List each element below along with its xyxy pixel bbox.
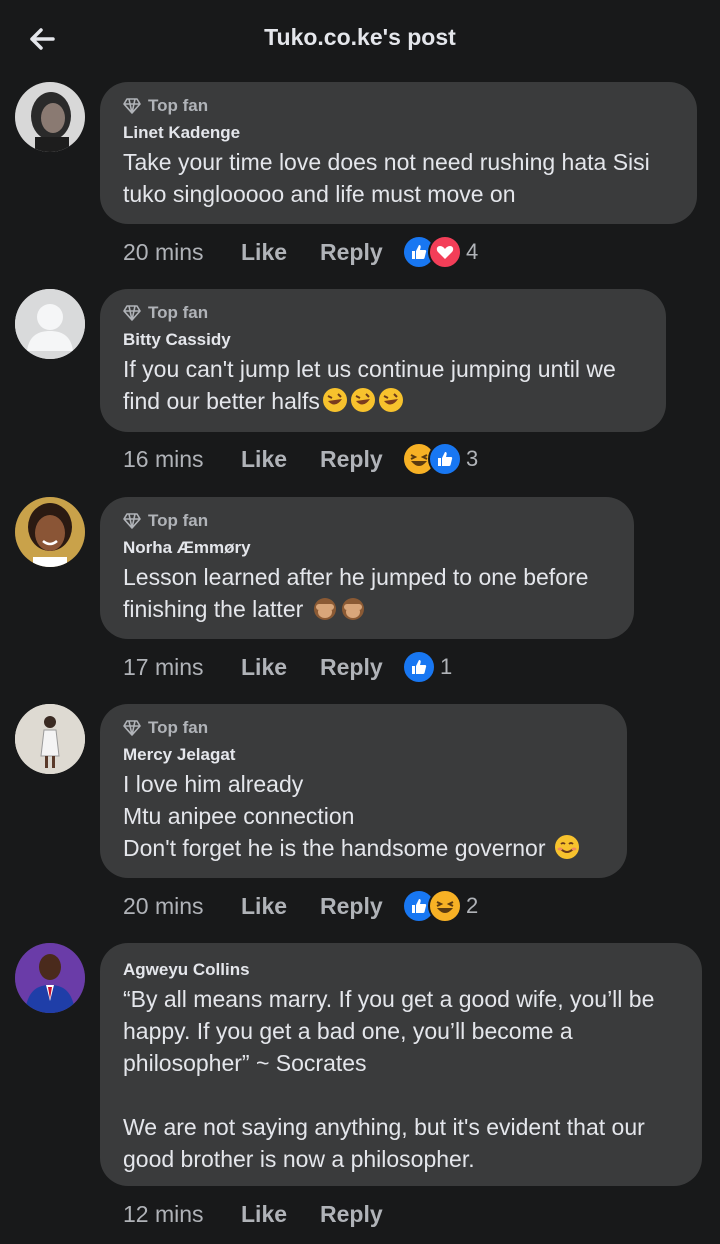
reaction-count: 3 [466, 446, 479, 471]
comment-author[interactable]: Linet Kadenge [123, 122, 673, 144]
haha-reaction-icon [428, 889, 462, 923]
rofl-emoji [322, 388, 347, 412]
avatar[interactable] [15, 82, 85, 152]
comment-actions: 20 mins Like Reply 4 [123, 232, 478, 272]
see-no-evil-monkey-emoji [341, 598, 364, 620]
reaction-count: 1 [440, 654, 453, 679]
top-fan-label: Top fan [148, 511, 209, 530]
reaction-summary[interactable]: 1 [402, 650, 452, 684]
comment-text: Take your time love does not need rushin… [123, 149, 650, 207]
comment-time[interactable]: 16 mins [123, 446, 241, 473]
comment-text: “By all means marry. If you get a good w… [123, 986, 655, 1172]
avatar[interactable] [15, 497, 85, 567]
comment-bubble[interactable]: Top fan Mercy Jelagat I love him already… [100, 704, 627, 878]
comment-time[interactable]: 12 mins [123, 1201, 241, 1228]
comment-time[interactable]: 17 mins [123, 654, 241, 681]
diamond-icon [123, 720, 141, 736]
love-reaction-icon [428, 235, 462, 269]
reply-button[interactable]: Reply [320, 654, 402, 681]
like-reaction-icon [428, 442, 462, 476]
avatar[interactable] [15, 943, 85, 1013]
reaction-count: 2 [466, 893, 479, 918]
like-reaction-icon [402, 650, 436, 684]
smiling-face-emoji [554, 835, 579, 859]
top-fan-badge: Top fan [123, 94, 673, 118]
comment-bubble[interactable]: Top fan Linet Kadenge Take your time lov… [100, 82, 697, 224]
reply-button[interactable]: Reply [320, 1201, 402, 1228]
avatar[interactable] [15, 289, 85, 359]
avatar[interactable] [15, 704, 85, 774]
comment-text: I love him already Mtu anipee connection… [123, 768, 603, 864]
comment-time[interactable]: 20 mins [123, 893, 241, 920]
diamond-icon [123, 98, 141, 114]
comment-text-body: I love him already Mtu anipee connection… [123, 771, 546, 861]
top-fan-label: Top fan [148, 96, 209, 115]
top-fan-label: Top fan [148, 718, 209, 737]
comment-text: If you can't jump let us continue jumpin… [123, 353, 642, 417]
like-button[interactable]: Like [241, 654, 320, 681]
top-fan-label: Top fan [148, 303, 209, 322]
comment-text: Lesson learned after he jumped to one be… [123, 561, 610, 625]
diamond-icon [123, 305, 141, 321]
comment-actions: 17 mins Like Reply 1 [123, 647, 452, 687]
top-fan-badge: Top fan [123, 716, 603, 740]
top-bar: Tuko.co.ke's post [0, 0, 720, 78]
comment-author[interactable]: Mercy Jelagat [123, 744, 603, 766]
rofl-emoji [378, 388, 403, 412]
reaction-summary[interactable]: 3 [402, 442, 478, 476]
reaction-summary[interactable]: 4 [402, 235, 478, 269]
reply-button[interactable]: Reply [320, 893, 402, 920]
comment-actions: 16 mins Like Reply 3 [123, 439, 478, 479]
comment-bubble[interactable]: Agweyu Collins “By all means marry. If y… [100, 943, 702, 1186]
like-button[interactable]: Like [241, 893, 320, 920]
comment-author[interactable]: Agweyu Collins [123, 959, 678, 981]
comment-bubble[interactable]: Top fan Bitty Cassidy If you can't jump … [100, 289, 666, 432]
reply-button[interactable]: Reply [320, 239, 402, 266]
like-button[interactable]: Like [241, 1201, 320, 1228]
reply-button[interactable]: Reply [320, 446, 402, 473]
top-fan-badge: Top fan [123, 301, 642, 325]
top-fan-badge: Top fan [123, 509, 610, 533]
page-title: Tuko.co.ke's post [264, 24, 456, 50]
like-button[interactable]: Like [241, 446, 320, 473]
comment-bubble[interactable]: Top fan Norha Æmmøry Lesson learned afte… [100, 497, 634, 639]
comment-actions: 12 mins Like Reply [123, 1194, 402, 1234]
reaction-summary[interactable]: 2 [402, 889, 478, 923]
rofl-emoji [350, 388, 375, 412]
reaction-count: 4 [466, 239, 479, 264]
comment-author[interactable]: Norha Æmmøry [123, 537, 610, 559]
comment-actions: 20 mins Like Reply 2 [123, 886, 478, 926]
like-button[interactable]: Like [241, 239, 320, 266]
see-no-evil-monkey-emoji [313, 598, 336, 620]
comment-time[interactable]: 20 mins [123, 239, 241, 266]
diamond-icon [123, 513, 141, 529]
comment-author[interactable]: Bitty Cassidy [123, 329, 642, 351]
